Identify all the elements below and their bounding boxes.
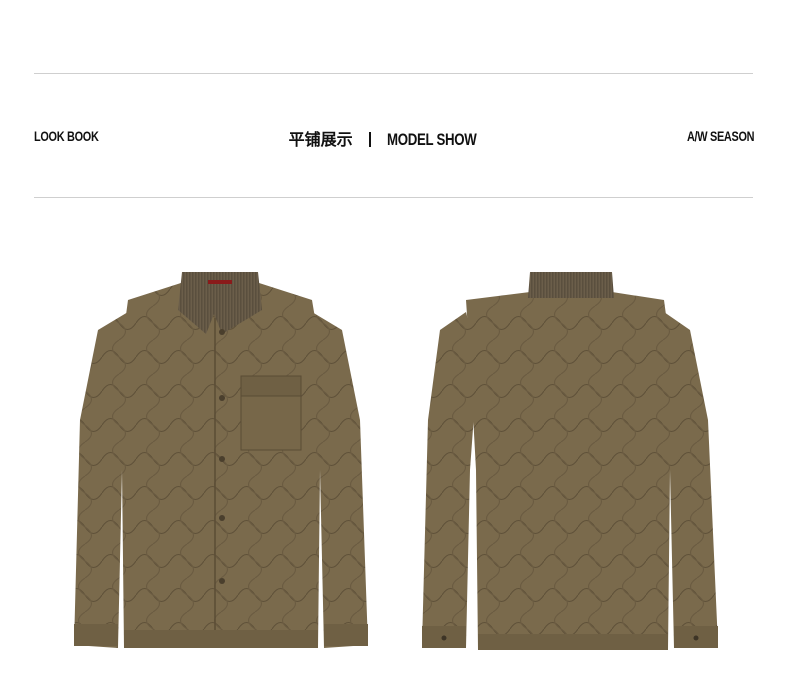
- jacket-front-image: [74, 272, 368, 648]
- jacket-back-image: [422, 272, 718, 650]
- product-images: [74, 272, 718, 650]
